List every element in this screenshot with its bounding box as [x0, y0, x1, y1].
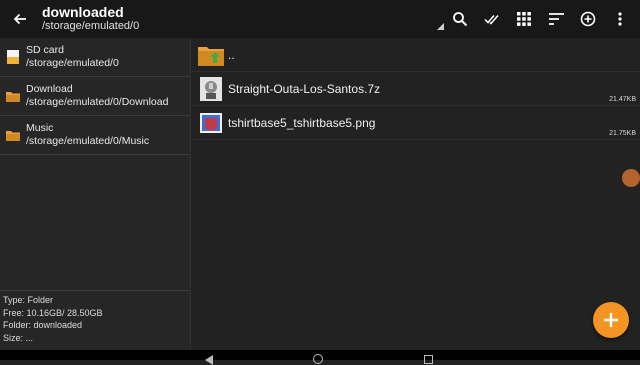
app-bar: downloaded /storage/emulated/0: [0, 0, 640, 38]
nav-back-icon[interactable]: [205, 355, 213, 365]
dropdown-indicator-icon[interactable]: [437, 23, 444, 30]
file-name: ..: [228, 47, 235, 62]
sidebar-item-sd-card[interactable]: SD card /storage/emulated/0: [0, 38, 190, 77]
sidebar-item-label: Music: [26, 122, 54, 134]
sidebar-item-download[interactable]: Download /storage/emulated/0/Download: [0, 77, 190, 116]
sort-icon[interactable]: [540, 0, 572, 38]
folder-icon: [0, 91, 26, 102]
list-item-file[interactable]: Straight-Outa-Los-Santos.7z 21.47KB: [192, 72, 640, 106]
select-all-icon[interactable]: [476, 0, 508, 38]
list-item-file[interactable]: tshirtbase5_tshirtbase5.png 21.75KB: [192, 106, 640, 140]
file-name: Straight-Outa-Los-Santos.7z: [228, 81, 381, 96]
sidebar-item-music[interactable]: Music /storage/emulated/0/Music: [0, 116, 190, 155]
add-fab-button[interactable]: [593, 302, 629, 338]
plus-icon: [604, 313, 618, 327]
sidebar-item-path: /storage/emulated/0/Music: [26, 135, 150, 147]
current-path: /storage/emulated/0: [42, 20, 140, 32]
nav-home-icon[interactable]: [313, 354, 323, 364]
image-icon: [196, 112, 226, 133]
grid-view-icon[interactable]: [508, 0, 540, 38]
sidebar-item-path: /storage/emulated/0: [26, 57, 119, 69]
folder-icon: [0, 130, 26, 141]
file-list: .. Straight-Outa-Los-Santos.7z 21.47KB t…: [192, 38, 640, 350]
file-name: tshirtbase5_tshirtbase5.png: [228, 115, 376, 130]
file-size: 21.75KB: [609, 130, 636, 137]
list-item-parent[interactable]: ..: [192, 38, 640, 72]
info-free: Free: 10.16GB/ 28.50GB: [3, 307, 103, 318]
sidebar: SD card /storage/emulated/0 Download /st…: [0, 38, 191, 350]
info-type: Type: Folder: [3, 295, 54, 305]
info-size: Size: ...: [3, 332, 34, 343]
sidebar-item-label: SD card: [26, 44, 64, 56]
sidebar-item-path: /storage/emulated/0/Download: [26, 96, 169, 108]
info-folder: Folder: downloaded: [3, 320, 83, 330]
archive-icon: [196, 76, 226, 101]
sd-card-icon: [0, 50, 26, 64]
file-size: 21.47KB: [609, 96, 636, 103]
add-circle-icon[interactable]: [572, 0, 604, 38]
more-vert-icon[interactable]: [604, 0, 636, 38]
title-block[interactable]: downloaded /storage/emulated/0: [42, 5, 139, 33]
sidebar-item-label: Download: [26, 83, 73, 95]
fast-scroll-handle[interactable]: [622, 169, 640, 187]
parent-folder-icon: [196, 44, 226, 66]
folder-info-panel: Type: Folder Free: 10.16GB/ 28.50GB Fold…: [0, 290, 190, 350]
back-arrow-icon[interactable]: [0, 0, 40, 38]
search-icon[interactable]: [444, 0, 476, 38]
page-title: downloaded: [42, 4, 124, 20]
